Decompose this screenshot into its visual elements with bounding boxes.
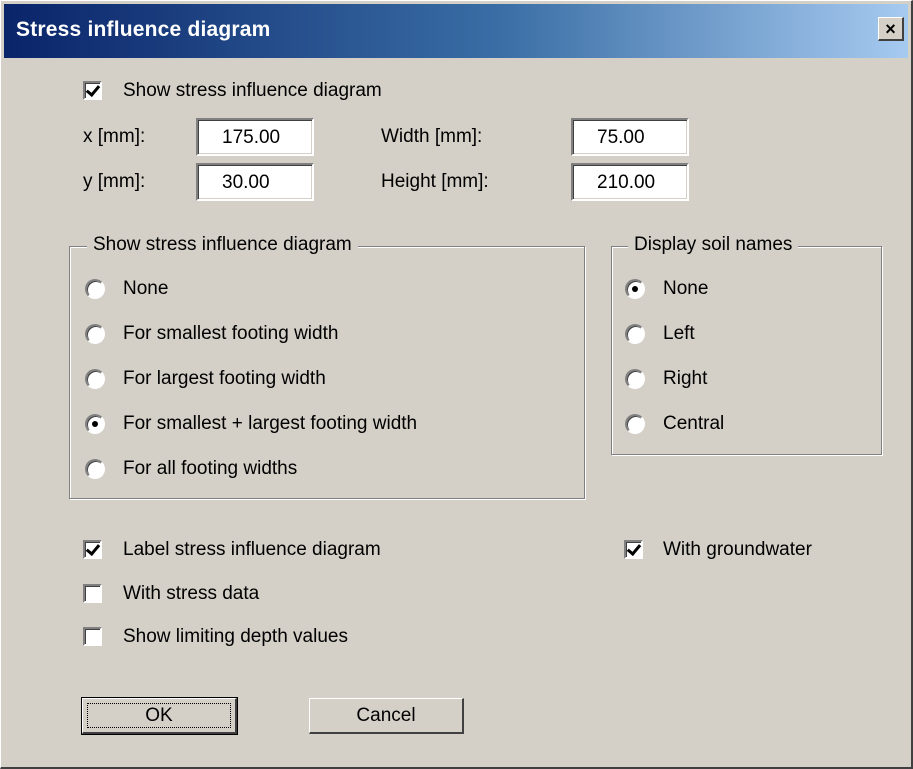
show-diagram-checkbox[interactable]: [83, 81, 102, 100]
width-label: Width [mm]:: [381, 126, 483, 147]
soil-option-right-radio[interactable]: [625, 369, 645, 389]
close-icon: ×: [885, 18, 896, 39]
x-label: x [mm]:: [83, 126, 146, 147]
with-groundwater-label[interactable]: With groundwater: [663, 539, 812, 561]
ok-button[interactable]: OK: [81, 697, 238, 735]
diagram-option-smallest-largest-label[interactable]: For smallest + largest footing width: [123, 413, 417, 435]
width-input[interactable]: 75.00: [571, 118, 689, 156]
dialog-window: Stress influence diagram × Show stress i…: [0, 0, 913, 769]
height-label: Height [mm]:: [381, 171, 489, 192]
diagram-option-smallest-radio[interactable]: [85, 324, 105, 344]
soil-names-groupbox: [611, 246, 882, 455]
diagram-option-smallest-largest-radio[interactable]: [85, 414, 105, 434]
with-stress-data-label[interactable]: With stress data: [123, 583, 259, 605]
dialog-title: Stress influence diagram: [16, 18, 271, 41]
label-diagram-label[interactable]: Label stress influence diagram: [123, 539, 381, 561]
cancel-button[interactable]: Cancel: [309, 698, 464, 734]
diagram-option-none-label[interactable]: None: [123, 278, 168, 300]
height-input[interactable]: 210.00: [571, 163, 689, 201]
soil-option-none-label[interactable]: None: [663, 278, 708, 300]
diagram-group-title: Show stress influence diagram: [87, 234, 358, 256]
soil-group-title: Display soil names: [628, 234, 799, 256]
close-button[interactable]: ×: [878, 17, 904, 41]
soil-option-none-radio[interactable]: [625, 279, 645, 299]
show-diagram-label[interactable]: Show stress influence diagram: [123, 80, 382, 102]
diagram-option-largest-radio[interactable]: [85, 369, 105, 389]
diagram-option-smallest-label[interactable]: For smallest footing width: [123, 323, 338, 345]
soil-option-central-radio[interactable]: [625, 414, 645, 434]
soil-option-right-label[interactable]: Right: [663, 368, 707, 390]
diagram-option-none-radio[interactable]: [85, 279, 105, 299]
show-limiting-depth-checkbox[interactable]: [83, 627, 102, 646]
title-bar[interactable]: Stress influence diagram ×: [4, 4, 908, 58]
soil-option-central-label[interactable]: Central: [663, 413, 724, 435]
diagram-option-all-label[interactable]: For all footing widths: [123, 458, 297, 480]
x-input[interactable]: 175.00: [196, 118, 314, 156]
diagram-option-largest-label[interactable]: For largest footing width: [123, 368, 326, 390]
cancel-button-label: Cancel: [356, 704, 416, 726]
soil-option-left-radio[interactable]: [625, 324, 645, 344]
label-diagram-checkbox[interactable]: [83, 540, 102, 559]
soil-option-left-label[interactable]: Left: [663, 323, 695, 345]
with-groundwater-checkbox[interactable]: [624, 540, 643, 559]
show-limiting-depth-label[interactable]: Show limiting depth values: [123, 626, 348, 648]
y-input[interactable]: 30.00: [196, 163, 314, 201]
diagram-option-all-radio[interactable]: [85, 459, 105, 479]
y-label: y [mm]:: [83, 171, 146, 192]
with-stress-data-checkbox[interactable]: [83, 584, 102, 603]
ok-button-label: OK: [145, 704, 173, 726]
